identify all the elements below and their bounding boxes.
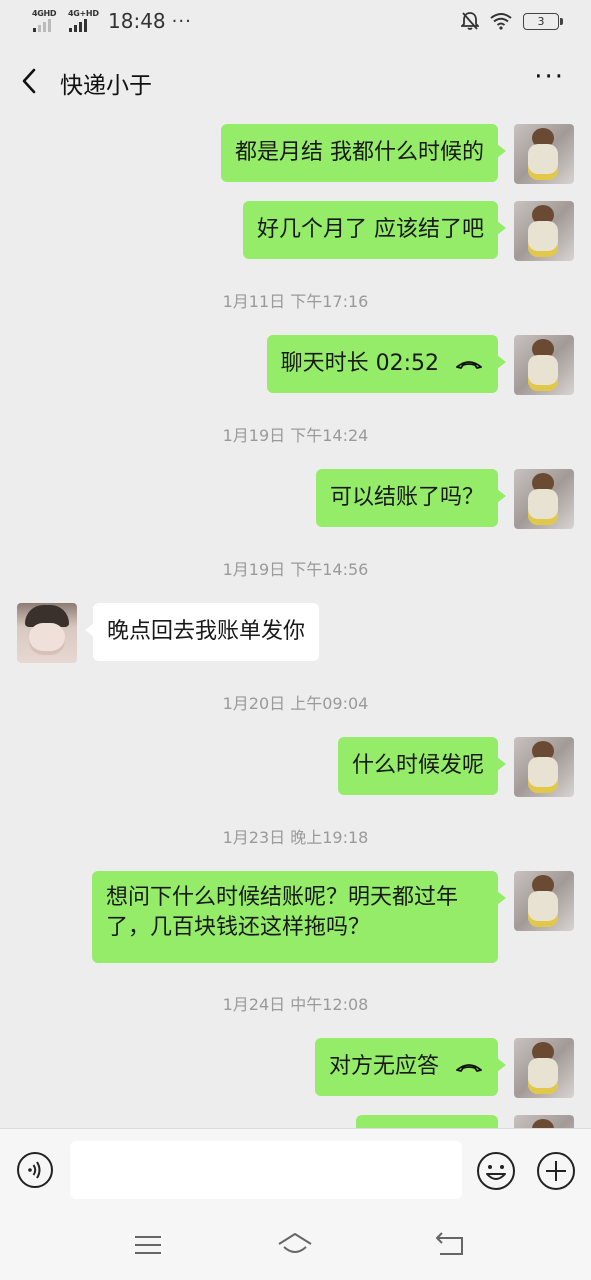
message-bubble-sent[interactable]: 可以结账了吗？ <box>315 469 507 527</box>
message-text: 可以结账了吗？ <box>329 485 484 510</box>
message-text: 晚点回去我账单发你 <box>107 619 306 644</box>
notification-dots: ··· <box>171 10 192 32</box>
timestamp: 1月20日 上午09:04 <box>222 694 369 713</box>
message-bubble-sent[interactable] <box>356 1115 498 1128</box>
network-type-2: 4G+HD <box>68 9 99 18</box>
my-avatar[interactable] <box>514 1115 574 1128</box>
battery-level: 3 <box>537 14 545 28</box>
message-text: 对方无应答 <box>328 1054 439 1079</box>
my-avatar[interactable] <box>514 335 574 395</box>
menu-icon[interactable] <box>130 1230 166 1260</box>
timestamp: 1月19日 下午14:56 <box>222 560 369 579</box>
emoji-icon[interactable] <box>476 1151 516 1191</box>
message-bubble-sent[interactable]: 好几个月了 应该结了吧 <box>243 201 506 259</box>
wifi-icon <box>490 13 512 30</box>
network-type-1: 4GHD <box>32 9 57 18</box>
message-bubble-sent[interactable]: 想问下什么时候结账呢？明天都过年了，几百块钱还这样拖吗？ <box>92 871 506 963</box>
back-icon[interactable] <box>432 1230 468 1260</box>
message-text: 聊天时长 02:52 <box>280 351 439 376</box>
contact-avatar[interactable] <box>17 603 77 663</box>
signal-1-icon: 4GHD <box>32 9 62 33</box>
voice-icon[interactable] <box>16 1151 54 1189</box>
system-navigation-bar <box>0 1208 591 1280</box>
my-avatar[interactable] <box>514 1038 574 1098</box>
message-bubble-received[interactable]: 晚点回去我账单发你 <box>84 603 320 661</box>
timestamp: 1月11日 下午17:16 <box>222 292 369 311</box>
message-bubble-sent[interactable]: 什么时候发呢 <box>337 737 507 795</box>
message-input[interactable] <box>70 1141 462 1199</box>
input-bar <box>0 1128 591 1209</box>
signal-2-icon: 4G+HD <box>68 9 99 33</box>
my-avatar[interactable] <box>514 871 574 931</box>
chat-header: 快递小于 ··· <box>0 46 591 116</box>
battery-icon: 3 <box>523 12 563 30</box>
my-avatar[interactable] <box>514 469 574 529</box>
plus-icon[interactable] <box>536 1151 576 1191</box>
status-bar: 4GHD 4G+HD 18:48 ··· 3 <box>0 0 591 46</box>
call-record-bubble[interactable]: 聊天时长 02:52 <box>266 335 507 393</box>
timestamp: 1月19日 下午14:24 <box>222 426 369 445</box>
home-icon[interactable] <box>277 1230 313 1260</box>
message-text: 想问下什么时候结账呢？明天都过年了，几百块钱还这样拖吗？ <box>106 885 459 940</box>
chat-title[interactable]: 快递小于 <box>60 66 152 100</box>
clock: 18:48 <box>108 9 166 33</box>
message-text: 好几个月了 应该结了吧 <box>257 217 484 242</box>
my-avatar[interactable] <box>514 201 574 261</box>
phone-hangup-icon <box>456 1064 482 1072</box>
my-avatar[interactable] <box>514 737 574 797</box>
message-text: 什么时候发呢 <box>351 753 484 778</box>
mute-bell-icon <box>461 12 479 30</box>
call-record-bubble[interactable]: 对方无应答 <box>314 1038 507 1096</box>
back-arrow-icon[interactable] <box>18 66 44 96</box>
my-avatar[interactable] <box>514 124 574 184</box>
message-list[interactable]: 都是月结 我都什么时候的 好几个月了 应该结了吧 1月11日 下午17:16 聊… <box>0 116 591 1128</box>
message-text: 都是月结 我都什么时候的 <box>235 140 484 165</box>
timestamp: 1月23日 晚上19:18 <box>222 828 369 847</box>
more-options-icon[interactable]: ··· <box>534 64 565 90</box>
message-bubble-sent[interactable]: 都是月结 我都什么时候的 <box>221 124 506 182</box>
timestamp: 1月24日 中午12:08 <box>222 995 369 1014</box>
phone-hangup-icon <box>456 361 482 369</box>
